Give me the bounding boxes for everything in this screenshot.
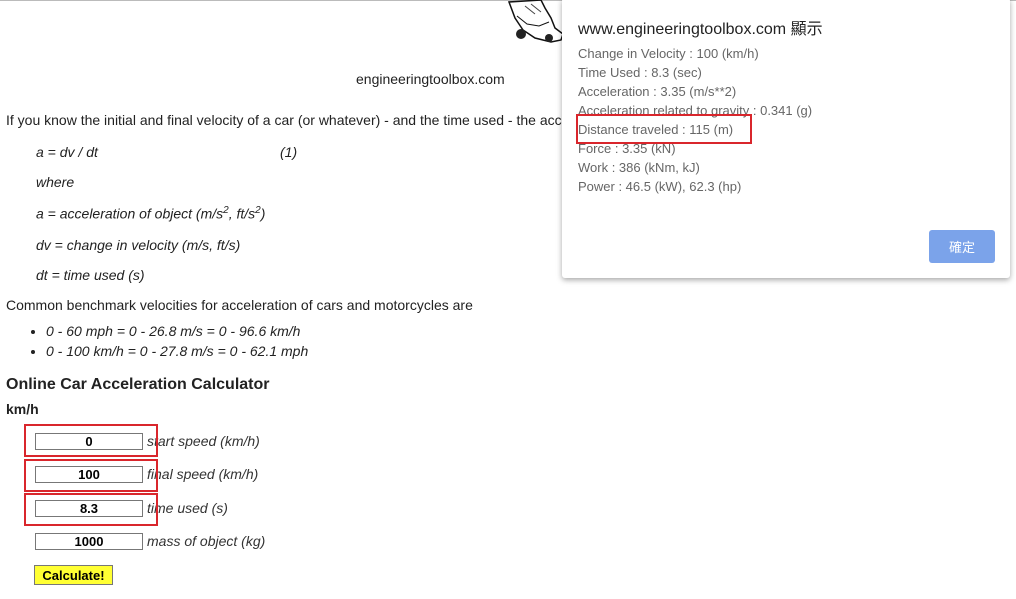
intro-paragraph: If you know the initial and final veloci… bbox=[6, 112, 562, 128]
result-line: Time Used : 8.3 (sec) bbox=[578, 65, 702, 80]
final-speed-label: final speed (km/h) bbox=[147, 466, 259, 482]
definition-a-text: , ft/s bbox=[228, 205, 256, 222]
unit-label: km/h bbox=[6, 401, 39, 417]
car-illustration bbox=[507, 0, 564, 43]
list-item: 0 - 60 mph = 0 - 26.8 m/s = 0 - 96.6 km/… bbox=[46, 322, 308, 342]
mass-input[interactable] bbox=[35, 532, 143, 550]
definition-dv: dv = change in velocity (m/s, ft/s) bbox=[36, 237, 241, 253]
mass-label: mass of object (kg) bbox=[147, 533, 266, 549]
alert-dialog: www.engineeringtoolbox.com 顯示 Change in … bbox=[562, 0, 1010, 278]
highlight-box-final-speed bbox=[24, 459, 158, 492]
calculator-title: Online Car Acceleration Calculator bbox=[6, 376, 270, 393]
result-line: Work : 386 (kNm, kJ) bbox=[578, 160, 700, 175]
result-line: Acceleration : 3.35 (m/s**2) bbox=[578, 84, 737, 99]
result-line: Power : 46.5 (kW), 62.3 (hp) bbox=[578, 179, 742, 194]
benchmark-list: 0 - 60 mph = 0 - 26.8 m/s = 0 - 96.6 km/… bbox=[28, 322, 308, 362]
time-used-label: time used (s) bbox=[147, 500, 228, 516]
formula-line: a = dv / dt bbox=[36, 144, 98, 160]
site-caption: engineeringtoolbox.com bbox=[356, 71, 505, 87]
definition-a-text: ) bbox=[260, 205, 266, 222]
definition-a: a = acceleration of object (m/s2, ft/s2) bbox=[36, 205, 265, 222]
highlight-box-distance bbox=[576, 114, 752, 144]
highlight-box-time-used bbox=[24, 493, 158, 526]
highlight-box-start-speed bbox=[24, 424, 158, 457]
start-speed-label: start speed (km/h) bbox=[147, 433, 260, 449]
definition-dt: dt = time used (s) bbox=[36, 267, 145, 283]
where-label: where bbox=[36, 174, 75, 190]
equation-number: (1) bbox=[280, 144, 298, 160]
list-item: 0 - 100 km/h = 0 - 27.8 m/s = 0 - 62.1 m… bbox=[46, 342, 308, 362]
result-line: Change in Velocity : 100 (km/h) bbox=[578, 46, 759, 61]
ok-button[interactable]: 確定 bbox=[929, 230, 995, 263]
calculate-button[interactable]: Calculate! bbox=[34, 565, 113, 585]
mass-row: mass of object (kg) bbox=[35, 531, 265, 551]
definition-a-text: a = acceleration of object (m/s bbox=[36, 205, 224, 222]
benchmark-text: Common benchmark velocities for accelera… bbox=[6, 297, 473, 313]
dialog-title: www.engineeringtoolbox.com 顯示 bbox=[578, 21, 823, 38]
